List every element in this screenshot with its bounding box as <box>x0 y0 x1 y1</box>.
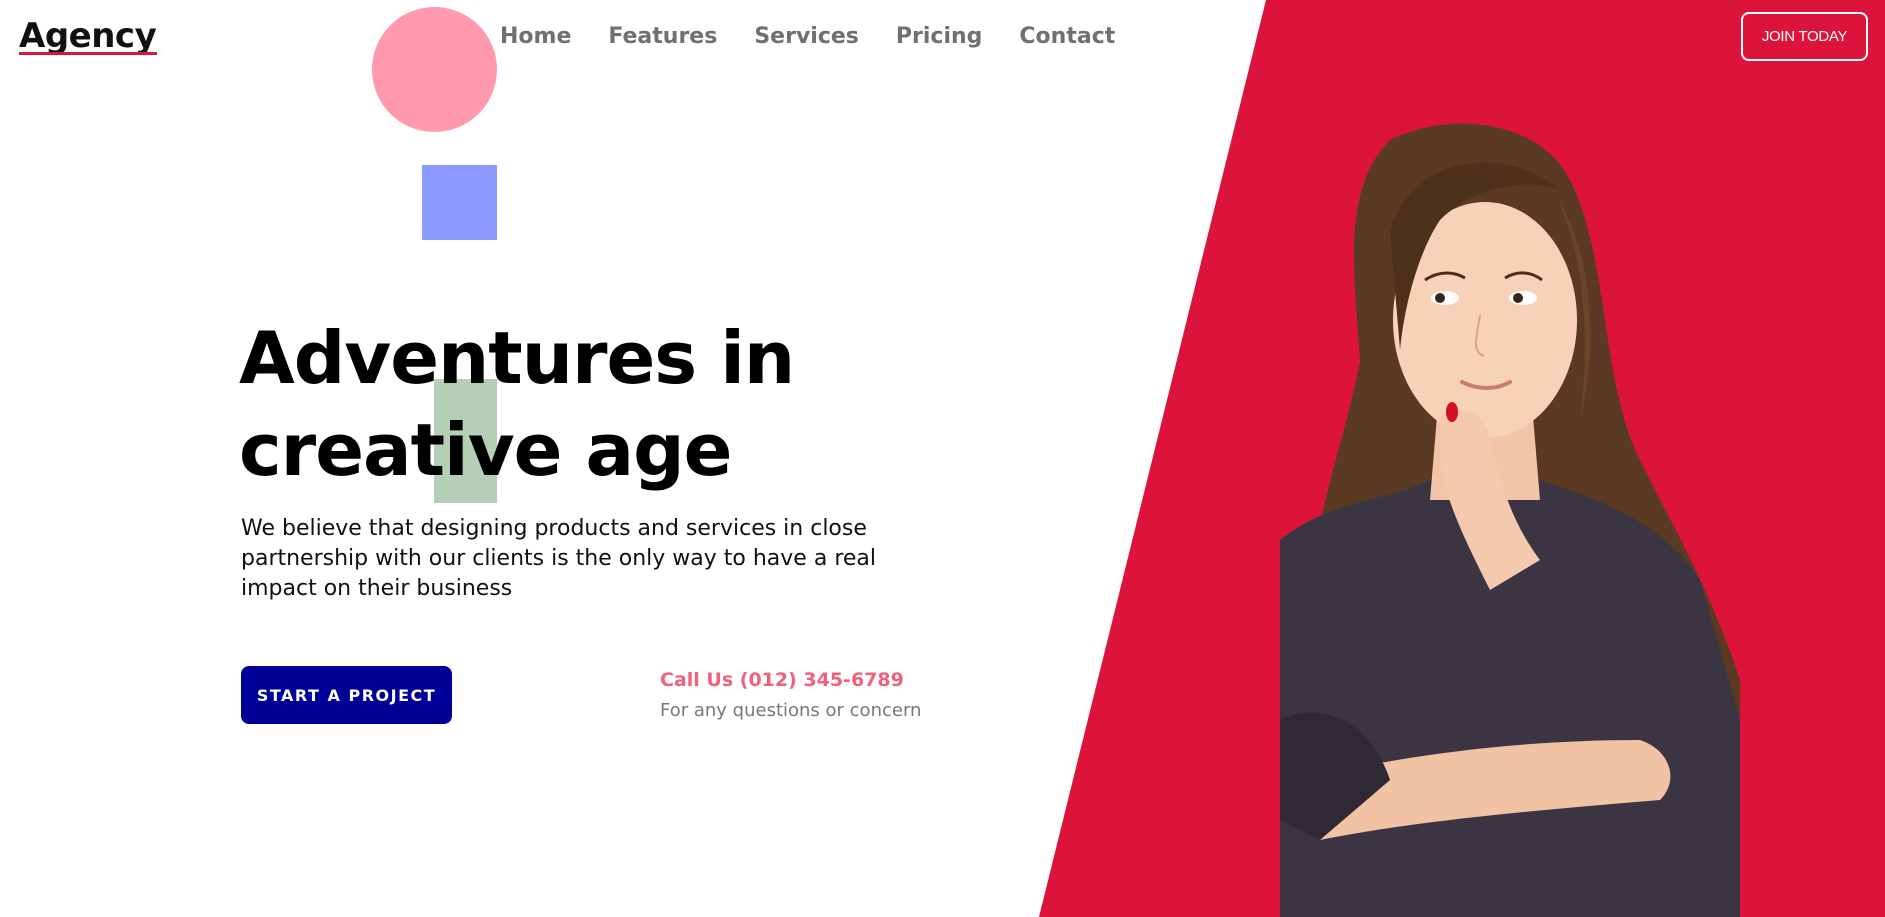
nav-contact[interactable]: Contact <box>1019 22 1115 52</box>
join-today-button[interactable]: JOIN TODAY <box>1741 12 1868 61</box>
start-project-button[interactable]: START A PROJECT <box>241 666 452 724</box>
nav-features[interactable]: Features <box>608 22 717 52</box>
landing-page: Agency Home Features Services Pricing Co… <box>0 0 1885 917</box>
hero-person-image <box>1280 123 1740 917</box>
decorative-square <box>422 165 497 240</box>
nav-services[interactable]: Services <box>754 22 859 52</box>
nav-pricing[interactable]: Pricing <box>896 22 983 52</box>
logo-underline <box>19 52 157 55</box>
nav-home[interactable]: Home <box>500 22 571 52</box>
hero-headline: Adventures in creative age <box>239 312 939 496</box>
call-subtext: For any questions or concern <box>660 700 922 721</box>
decorative-circle <box>372 7 497 132</box>
headline-line-2: creative age <box>239 408 733 492</box>
call-us-link[interactable]: Call Us (012) 345-6789 <box>660 667 904 693</box>
main-nav: Home Features Services Pricing Contact <box>500 22 1115 52</box>
headline-line-1: Adventures in <box>239 316 795 400</box>
brand-logo[interactable]: Agency <box>19 16 157 56</box>
hero-description: We believe that designing products and s… <box>241 516 877 601</box>
